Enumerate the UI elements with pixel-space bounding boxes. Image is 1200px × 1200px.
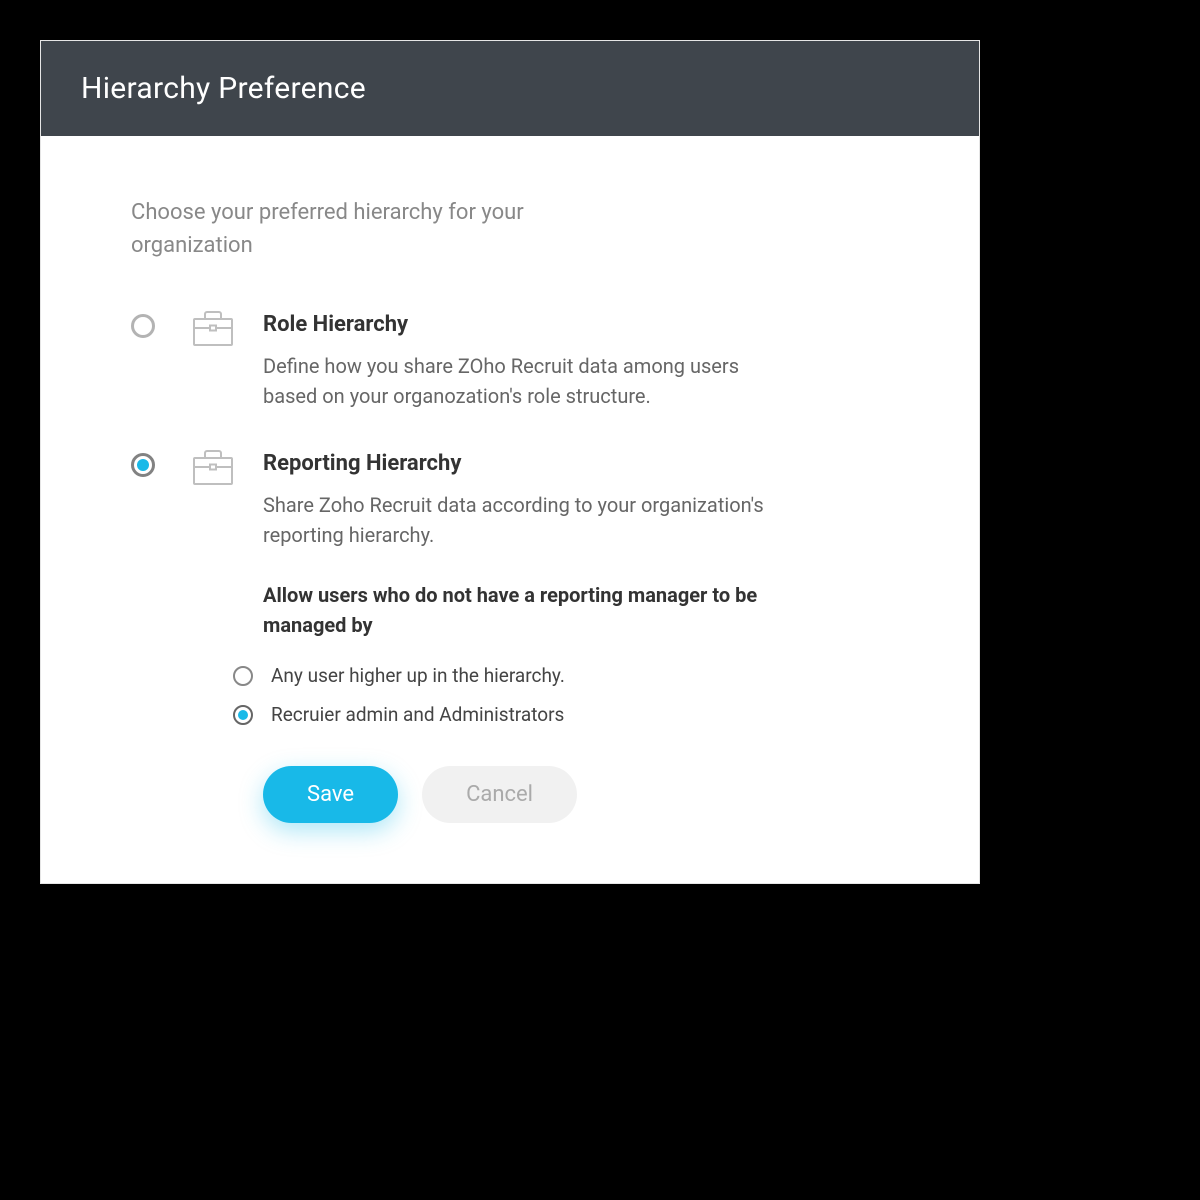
radio-recruiter-admin[interactable] <box>233 705 253 725</box>
option-role-content: Role Hierarchy Define how you share ZOho… <box>263 312 909 411</box>
radio-reporting-hierarchy[interactable] <box>131 453 155 477</box>
briefcase-icon <box>193 310 233 350</box>
option-reporting-title: Reporting Hierarchy <box>263 451 909 476</box>
dialog-header: Hierarchy Preference <box>41 41 979 136</box>
sub-option-recruiter-admin: Recruier admin and Administrators <box>233 703 909 726</box>
button-row: Save Cancel <box>263 766 909 823</box>
sub-option-label: Recruier admin and Administrators <box>271 703 564 726</box>
sub-option-any-user: Any user higher up in the hierarchy. <box>233 664 909 687</box>
option-role-title: Role Hierarchy <box>263 312 909 337</box>
cancel-button[interactable]: Cancel <box>422 766 577 823</box>
option-reporting-content: Reporting Hierarchy Share Zoho Recruit d… <box>263 451 909 823</box>
option-reporting-hierarchy: Reporting Hierarchy Share Zoho Recruit d… <box>131 451 909 823</box>
briefcase-icon <box>193 449 233 489</box>
option-role-desc: Define how you share ZOho Recruit data a… <box>263 351 783 411</box>
option-reporting-desc: Share Zoho Recruit data according to you… <box>263 490 783 550</box>
dialog-title: Hierarchy Preference <box>81 71 939 106</box>
option-role-hierarchy: Role Hierarchy Define how you share ZOho… <box>131 312 909 411</box>
hierarchy-preference-dialog: Hierarchy Preference Choose your preferr… <box>40 40 980 884</box>
sub-heading: Allow users who do not have a reporting … <box>263 580 783 640</box>
dialog-intro: Choose your preferred hierarchy for your… <box>131 196 591 262</box>
radio-role-hierarchy[interactable] <box>131 314 155 338</box>
save-button[interactable]: Save <box>263 766 398 823</box>
sub-option-label: Any user higher up in the hierarchy. <box>271 664 565 687</box>
radio-any-user-higher[interactable] <box>233 666 253 686</box>
dialog-body: Choose your preferred hierarchy for your… <box>41 136 979 883</box>
